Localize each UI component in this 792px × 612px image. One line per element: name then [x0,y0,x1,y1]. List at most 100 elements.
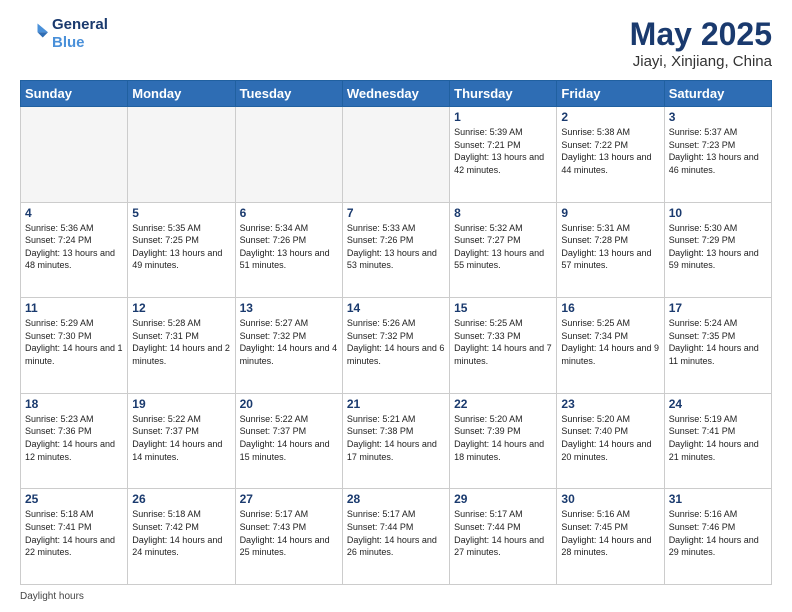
day-number: 5 [132,206,230,220]
logo-icon [20,20,48,48]
day-cell: 19Sunrise: 5:22 AM Sunset: 7:37 PM Dayli… [128,393,235,489]
day-cell: 24 Sunrise: 5:19 AM Sunset: 7:41 PM Dayli… [664,393,771,489]
day-info: Sunrise: 5:20 AM Sunset: 7:40 PM Dayligh… [561,413,659,463]
day-cell: 10 Sunrise: 5:30 AM Sunset: 7:29 PM Dayli… [664,202,771,298]
day-number: 31 [669,492,767,506]
day-info: Sunrise: 5:24 AM Sunset: 7:35 PM Dayligh… [669,317,767,367]
day-cell: 28Sunrise: 5:17 AM Sunset: 7:44 PM Dayli… [342,489,449,585]
day-info: Sunrise: 5:17 AM Sunset: 7:44 PM Dayligh… [454,508,552,558]
day-number: 6 [240,206,338,220]
day-number: 10 [669,206,767,220]
day-number: 27 [240,492,338,506]
day-cell: 18Sunrise: 5:23 AM Sunset: 7:36 PM Dayli… [21,393,128,489]
day-info: Sunrise: 5:22 AM Sunset: 7:37 PM Dayligh… [132,413,230,463]
header-row: Sunday Monday Tuesday Wednesday Thursday… [21,81,772,107]
day-cell: 27 Sunrise: 5:17 AM Sunset: 7:43 PM Dayli… [235,489,342,585]
day-number: 11 [25,301,123,315]
day-number: 22 [454,397,552,411]
day-cell: 20 Sunrise: 5:22 AM Sunset: 7:37 PM Dayli… [235,393,342,489]
day-number: 20 [240,397,338,411]
day-number: 14 [347,301,445,315]
day-cell: 12 Sunrise: 5:28 AM Sunset: 7:31 PM Dayli… [128,298,235,394]
col-wednesday: Wednesday [342,81,449,107]
day-info: Sunrise: 5:17 AM Sunset: 7:44 PM Dayligh… [347,508,445,558]
day-cell: 25 Sunrise: 5:18 AM Sunset: 7:41 PM Dayli… [21,489,128,585]
day-info: Sunrise: 5:38 AM Sunset: 7:22 PM Dayligh… [561,126,659,176]
day-cell: 15 Sunrise: 5:25 AM Sunset: 7:33 PM Dayli… [450,298,557,394]
day-info: Sunrise: 5:27 AM Sunset: 7:32 PM Dayligh… [240,317,338,367]
day-cell: 9 Sunrise: 5:31 AM Sunset: 7:28 PM Daylig… [557,202,664,298]
day-number: 8 [454,206,552,220]
day-cell [128,107,235,203]
col-sunday: Sunday [21,81,128,107]
week-row-0: 1Sunrise: 5:39 AM Sunset: 7:21 PM Daylig… [21,107,772,203]
day-cell: 29Sunrise: 5:17 AM Sunset: 7:44 PM Dayli… [450,489,557,585]
day-cell: 13Sunrise: 5:27 AM Sunset: 7:32 PM Dayli… [235,298,342,394]
day-number: 7 [347,206,445,220]
day-cell: 3 Sunrise: 5:37 AM Sunset: 7:23 PM Daylig… [664,107,771,203]
day-info: Sunrise: 5:35 AM Sunset: 7:25 PM Dayligh… [132,222,230,272]
calendar-header: Sunday Monday Tuesday Wednesday Thursday… [21,81,772,107]
day-info: Sunrise: 5:20 AM Sunset: 7:39 PM Dayligh… [454,413,552,463]
day-cell [342,107,449,203]
subtitle: Jiayi, Xinjiang, China [630,53,772,70]
day-cell: 6 Sunrise: 5:34 AM Sunset: 7:26 PM Daylig… [235,202,342,298]
week-row-3: 18Sunrise: 5:23 AM Sunset: 7:36 PM Dayli… [21,393,772,489]
day-cell: 17Sunrise: 5:24 AM Sunset: 7:35 PM Dayli… [664,298,771,394]
col-thursday: Thursday [450,81,557,107]
day-number: 9 [561,206,659,220]
header: General Blue May 2025 Jiayi, Xinjiang, C… [20,16,772,70]
day-cell: 31 Sunrise: 5:16 AM Sunset: 7:46 PM Dayli… [664,489,771,585]
day-cell: 26 Sunrise: 5:18 AM Sunset: 7:42 PM Dayli… [128,489,235,585]
day-cell: 16Sunrise: 5:25 AM Sunset: 7:34 PM Dayli… [557,298,664,394]
day-cell [235,107,342,203]
day-info: Sunrise: 5:31 AM Sunset: 7:28 PM Dayligh… [561,222,659,272]
day-number: 23 [561,397,659,411]
calendar-body: 1Sunrise: 5:39 AM Sunset: 7:21 PM Daylig… [21,107,772,585]
day-info: Sunrise: 5:36 AM Sunset: 7:24 PM Dayligh… [25,222,123,272]
day-number: 21 [347,397,445,411]
day-cell: 1Sunrise: 5:39 AM Sunset: 7:21 PM Daylig… [450,107,557,203]
day-info: Sunrise: 5:29 AM Sunset: 7:30 PM Dayligh… [25,317,123,367]
week-row-4: 25 Sunrise: 5:18 AM Sunset: 7:41 PM Dayli… [21,489,772,585]
day-info: Sunrise: 5:18 AM Sunset: 7:42 PM Dayligh… [132,508,230,558]
day-number: 24 [669,397,767,411]
logo: General Blue [20,16,108,52]
page: General Blue May 2025 Jiayi, Xinjiang, C… [0,0,792,612]
col-tuesday: Tuesday [235,81,342,107]
main-title: May 2025 [630,16,772,53]
footer-text: Daylight hours [20,591,84,602]
day-number: 18 [25,397,123,411]
day-number: 3 [669,110,767,124]
day-info: Sunrise: 5:37 AM Sunset: 7:23 PM Dayligh… [669,126,767,176]
day-info: Sunrise: 5:22 AM Sunset: 7:37 PM Dayligh… [240,413,338,463]
day-info: Sunrise: 5:21 AM Sunset: 7:38 PM Dayligh… [347,413,445,463]
day-info: Sunrise: 5:16 AM Sunset: 7:46 PM Dayligh… [669,508,767,558]
day-info: Sunrise: 5:26 AM Sunset: 7:32 PM Dayligh… [347,317,445,367]
day-info: Sunrise: 5:25 AM Sunset: 7:33 PM Dayligh… [454,317,552,367]
day-number: 16 [561,301,659,315]
day-cell: 11 Sunrise: 5:29 AM Sunset: 7:30 PM Dayli… [21,298,128,394]
day-cell: 8 Sunrise: 5:32 AM Sunset: 7:27 PM Daylig… [450,202,557,298]
day-info: Sunrise: 5:28 AM Sunset: 7:31 PM Dayligh… [132,317,230,367]
day-info: Sunrise: 5:18 AM Sunset: 7:41 PM Dayligh… [25,508,123,558]
day-number: 26 [132,492,230,506]
col-friday: Friday [557,81,664,107]
day-number: 30 [561,492,659,506]
day-cell: 14 Sunrise: 5:26 AM Sunset: 7:32 PM Dayli… [342,298,449,394]
day-info: Sunrise: 5:17 AM Sunset: 7:43 PM Dayligh… [240,508,338,558]
day-cell: 21 Sunrise: 5:21 AM Sunset: 7:38 PM Dayli… [342,393,449,489]
day-info: Sunrise: 5:30 AM Sunset: 7:29 PM Dayligh… [669,222,767,272]
day-number: 15 [454,301,552,315]
day-number: 12 [132,301,230,315]
footer: Daylight hours [20,591,772,602]
week-row-2: 11 Sunrise: 5:29 AM Sunset: 7:30 PM Dayli… [21,298,772,394]
day-info: Sunrise: 5:16 AM Sunset: 7:45 PM Dayligh… [561,508,659,558]
day-cell: 2Sunrise: 5:38 AM Sunset: 7:22 PM Daylig… [557,107,664,203]
day-info: Sunrise: 5:32 AM Sunset: 7:27 PM Dayligh… [454,222,552,272]
day-info: Sunrise: 5:34 AM Sunset: 7:26 PM Dayligh… [240,222,338,272]
day-info: Sunrise: 5:19 AM Sunset: 7:41 PM Dayligh… [669,413,767,463]
day-number: 25 [25,492,123,506]
day-cell: 5 Sunrise: 5:35 AM Sunset: 7:25 PM Daylig… [128,202,235,298]
day-number: 4 [25,206,123,220]
